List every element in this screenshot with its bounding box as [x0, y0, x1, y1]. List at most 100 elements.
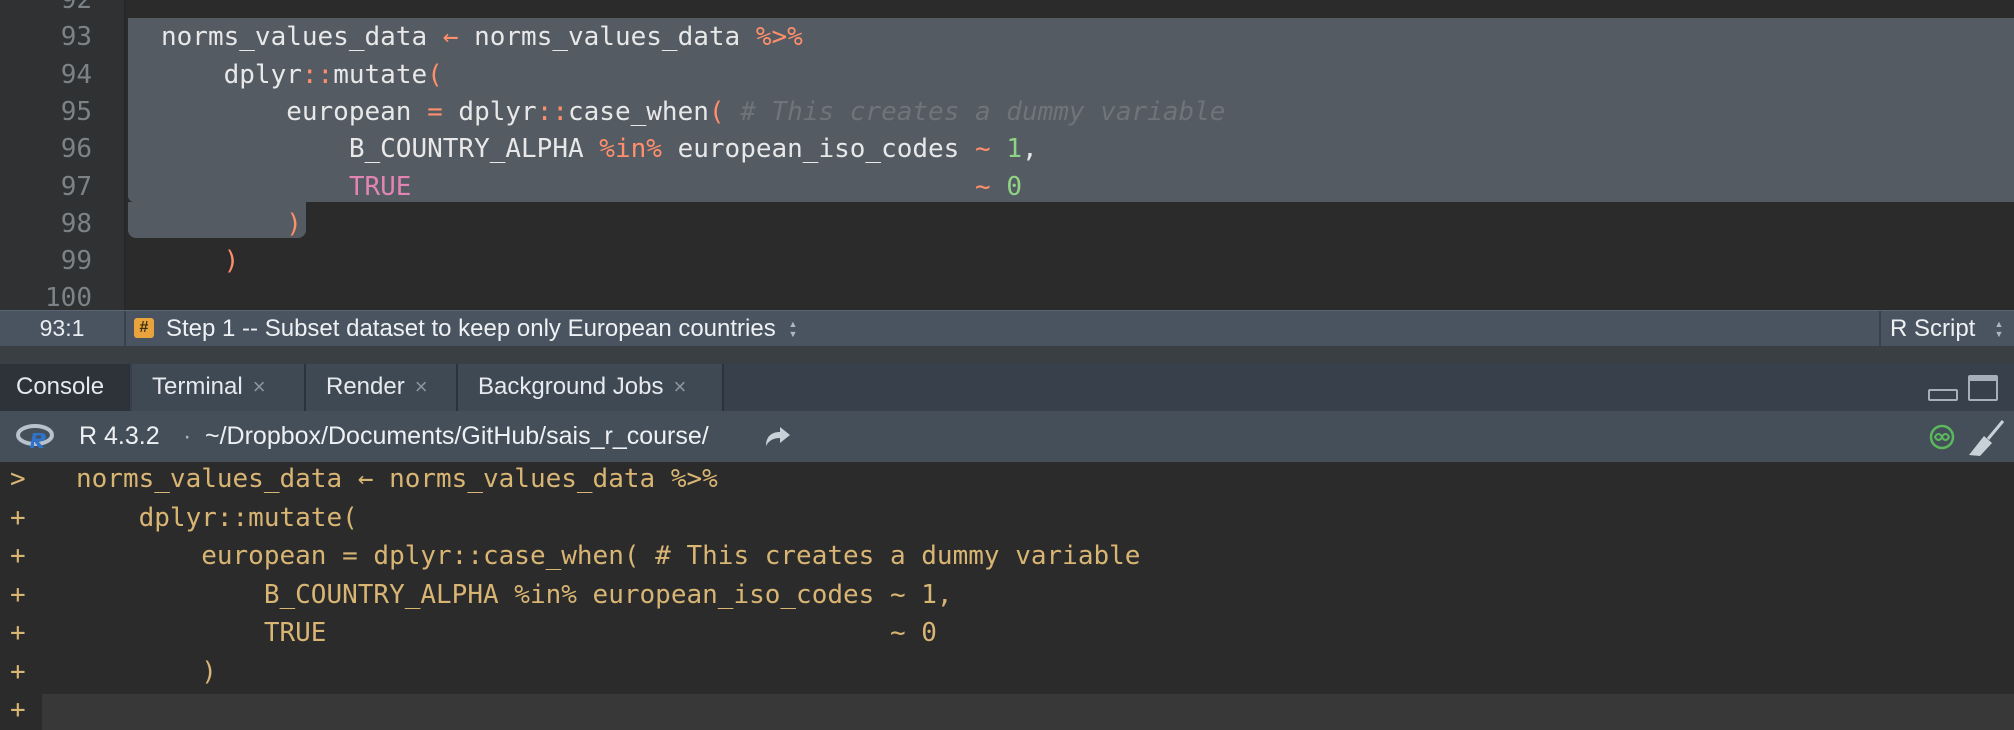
clear-console-broom-icon[interactable] [1966, 419, 2006, 457]
code-token: dplyr [161, 59, 302, 90]
console-text: european = dplyr::case_when( # This crea… [76, 541, 1141, 571]
code-token: TRUE [348, 171, 412, 202]
console-prompt: + [10, 656, 26, 687]
console-prompt: + [10, 502, 26, 533]
code-line: norms_values_data ← norms_values_data %>… [161, 19, 803, 56]
cursor-position: 93:1 [39, 315, 85, 341]
tab-label: Background Jobs [478, 373, 664, 400]
console-prompt: + [10, 541, 26, 571]
code-token: %>% [755, 22, 803, 53]
line-number: 93 [60, 22, 92, 53]
code-token: european [161, 96, 428, 127]
close-icon[interactable]: × [253, 374, 266, 399]
line-number: 96 [60, 134, 92, 165]
maximize-pane-icon[interactable] [1968, 375, 1998, 401]
tab-label: Terminal [152, 373, 243, 400]
console-prompt: + [10, 695, 26, 725]
code-token: ) [286, 208, 302, 239]
pane-splitter[interactable] [0, 346, 2014, 364]
tab-console[interactable]: Console [0, 364, 130, 411]
code-token: :: [301, 59, 334, 90]
code-token: mutate [333, 59, 428, 90]
code-token: ) [223, 246, 240, 277]
code-token: dplyr [442, 96, 537, 127]
console-output[interactable]: > norms_values_data ← norms_values_data %… [0, 462, 2014, 730]
r-logo-icon [16, 424, 54, 448]
session-icon[interactable] [1928, 424, 1956, 450]
file-type-dropdown-icon[interactable]: ▲▼ [1992, 319, 2006, 339]
goto-directory-icon[interactable] [764, 424, 792, 448]
code-line: B_COUNTRY_ALPHA %in% european_iso_codes … [161, 131, 1038, 168]
tab-render[interactable]: Render × [306, 364, 458, 411]
code-token: B_COUNTRY_ALPHA [161, 134, 600, 165]
console-line: + dplyr::mutate( [0, 499, 2014, 537]
code-token: norms_values_data [458, 22, 756, 53]
console-text: ) [76, 656, 217, 687]
section-dropdown-icon[interactable]: ▲▼ [786, 319, 800, 339]
code-line: european = dplyr::case_when( # This crea… [161, 94, 1225, 131]
code-token: norms_values_data [161, 22, 443, 53]
status-divider [1879, 311, 1881, 346]
line-number: 97 [60, 171, 92, 202]
tab-label: Render [326, 373, 405, 400]
code-token: = [427, 96, 443, 127]
code-token: case_when [568, 96, 709, 127]
code-token: european_iso_codes [661, 134, 975, 165]
console-line: + european = dplyr::case_when( # This cr… [0, 537, 2014, 575]
console-input[interactable] [42, 694, 2014, 730]
r-version-label: R 4.3.2 [79, 422, 160, 450]
source-editor[interactable]: 92 93 94 95 96 97 98 99 100 norms_values_data ← … [0, 0, 2014, 310]
line-number: 100 [45, 283, 92, 310]
line-number: 98 [60, 208, 92, 239]
code-line: TRUE ~ 0 [161, 169, 1022, 206]
line-number-gutter: 92 93 94 95 96 97 98 99 100 [0, 0, 124, 310]
console-line: > norms_values_data ← norms_values_data %… [0, 462, 2014, 498]
console-text: B_COUNTRY_ALPHA %in% european_iso_codes … [76, 579, 953, 610]
gutter-divider [124, 0, 126, 310]
section-hash-icon: # [134, 318, 154, 338]
file-type-selector[interactable]: R Script [1890, 311, 1975, 346]
code-token: 0 [1006, 171, 1022, 202]
line-number: 94 [60, 59, 92, 90]
status-divider [124, 311, 126, 346]
console-prompt: + [10, 618, 26, 648]
code-line: ) [161, 206, 302, 243]
close-icon[interactable]: × [673, 374, 686, 399]
section-navigator[interactable]: Step 1 -- Subset dataset to keep only Eu… [166, 311, 776, 346]
console-toolbar: R 4.3.2 · ~/Dropbox/Documents/GitHub/sai… [0, 411, 2014, 462]
minimize-pane-icon[interactable] [1928, 389, 1958, 401]
close-icon[interactable]: × [415, 374, 428, 399]
code-token: ← [442, 22, 459, 53]
code-token: ( [427, 59, 443, 90]
code-token: :: [536, 96, 568, 127]
code-token: # This creates a dummy variable [724, 96, 1226, 127]
code-token: 1 [1006, 134, 1022, 165]
console-text: dplyr::mutate( [76, 502, 358, 533]
code-line: ) [161, 243, 240, 280]
line-number: 95 [60, 96, 92, 127]
editor-status-bar: 93:1 # Step 1 -- Subset dataset to keep … [0, 310, 2014, 346]
console-line: + ) [0, 653, 2014, 691]
line-number: 99 [60, 246, 92, 277]
working-directory-path: ~/Dropbox/Documents/GitHub/sais_r_course… [205, 422, 709, 450]
console-text: TRUE ~ 0 [76, 618, 937, 648]
code-token: , [1021, 134, 1038, 165]
console-prompt: > [10, 464, 26, 494]
code-token: %in% [599, 134, 662, 165]
tab-background-jobs[interactable]: Background Jobs × [458, 364, 724, 411]
tab-terminal[interactable]: Terminal × [132, 364, 306, 411]
toolbar-separator: · [183, 422, 192, 450]
code-token: ~ [975, 134, 991, 165]
code-token: ( [708, 96, 725, 127]
tab-label: Console [16, 373, 105, 400]
console-prompt: + [10, 579, 26, 610]
line-number: 92 [60, 0, 92, 15]
code-line: dplyr::mutate( [161, 57, 443, 94]
code-token: ~ [975, 171, 991, 202]
